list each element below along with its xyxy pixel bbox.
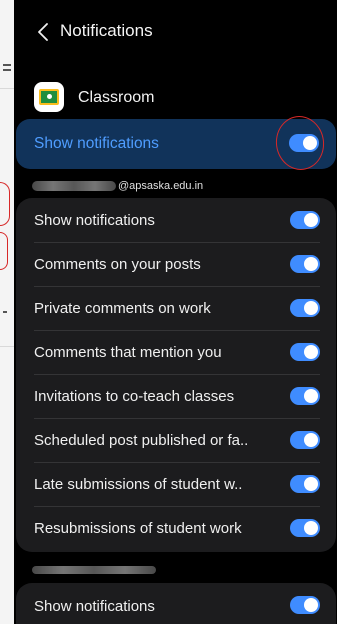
divider	[0, 346, 14, 347]
setting-label: Show notifications	[34, 212, 155, 229]
toggle-switch[interactable]	[290, 596, 320, 614]
toggle-switch[interactable]	[290, 387, 320, 405]
menu-dots-fragment	[3, 69, 11, 71]
redacted-email	[32, 566, 156, 574]
account-email-domain: @apsaska.edu.in	[118, 180, 204, 192]
setting-label: Resubmissions of student work	[34, 520, 242, 537]
toggle-switch[interactable]	[290, 299, 320, 317]
setting-label: Comments that mention you	[34, 344, 222, 361]
menu-dots-fragment	[3, 64, 11, 66]
background-app-strip	[0, 0, 14, 624]
setting-row-comments-on-posts[interactable]: Comments on your posts	[16, 242, 336, 286]
account-email-2	[32, 564, 156, 576]
setting-label: Comments on your posts	[34, 256, 201, 273]
toggle-switch[interactable]	[290, 475, 320, 493]
setting-label: Late submissions of student w..	[34, 476, 243, 493]
app-name: Classroom	[78, 89, 155, 106]
setting-label: Show notifications	[34, 598, 155, 615]
red-annotation-mark	[0, 182, 10, 226]
master-toggle-label: Show notifications	[34, 135, 159, 152]
account-email: @apsaska.edu.in	[32, 176, 203, 196]
toggle-switch[interactable]	[290, 255, 320, 273]
text-fragment	[3, 311, 7, 313]
redacted-username	[32, 181, 116, 191]
toggle-switch[interactable]	[290, 211, 320, 229]
setting-label: Scheduled post published or fa..	[34, 432, 249, 449]
setting-row-private-comments[interactable]: Private comments on work	[16, 286, 336, 330]
setting-label: Private comments on work	[34, 300, 211, 317]
notification-settings-screen: Notifications Classroom Show notificatio…	[14, 0, 337, 624]
divider	[0, 88, 14, 89]
toggle-switch[interactable]	[290, 431, 320, 449]
google-classroom-icon	[34, 82, 64, 112]
setting-row-show-notifications[interactable]: Show notifications	[16, 583, 336, 624]
chevron-left-icon	[38, 23, 48, 41]
setting-row-late-submissions[interactable]: Late submissions of student w..	[16, 462, 336, 506]
back-button[interactable]	[32, 19, 54, 45]
setting-row-mentions[interactable]: Comments that mention you	[16, 330, 336, 374]
setting-label: Invitations to co-teach classes	[34, 388, 235, 405]
red-annotation-mark	[0, 232, 8, 270]
setting-row-scheduled-post[interactable]: Scheduled post published or fa..	[16, 418, 336, 462]
account-settings-card: Show notifications Comments on your post…	[16, 198, 336, 552]
setting-row-show-notifications[interactable]: Show notifications	[16, 198, 336, 242]
toggle-switch[interactable]	[290, 343, 320, 361]
setting-row-co-teach-invitations[interactable]: Invitations to co-teach classes	[16, 374, 336, 418]
setting-row-resubmissions[interactable]: Resubmissions of student work	[16, 506, 336, 550]
page-title: Notifications	[60, 21, 153, 40]
toggle-switch[interactable]	[290, 519, 320, 537]
app-info-row: Classroom	[14, 78, 337, 118]
app-bar: Notifications	[14, 0, 337, 62]
account-settings-card-2: Show notifications	[16, 583, 336, 624]
